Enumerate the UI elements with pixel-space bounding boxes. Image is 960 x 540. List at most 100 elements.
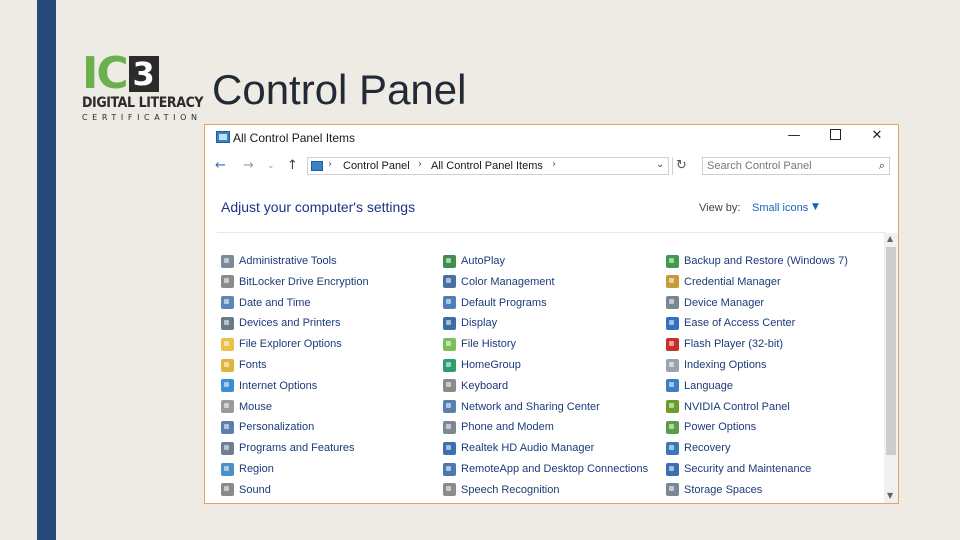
control-panel-item[interactable]: Phone and Modem (443, 419, 554, 435)
control-panel-item[interactable]: Speech Recognition (443, 482, 559, 498)
control-panel-item[interactable]: File History (443, 336, 516, 352)
chevron-down-icon[interactable]: ▼ (812, 202, 819, 212)
scroll-up-button[interactable]: ▲ (887, 234, 893, 243)
control-panel-item[interactable]: RemoteApp and Desktop Connections (443, 461, 648, 477)
refresh-button[interactable]: ↻ (672, 157, 690, 175)
control-panel-item[interactable]: Keyboard (443, 378, 508, 394)
control-panel-item[interactable]: Region (221, 461, 274, 477)
programs-icon (221, 441, 234, 455)
control-panel-item[interactable]: Network and Sharing Center (443, 399, 600, 415)
flag-icon (666, 462, 679, 476)
control-panel-item[interactable]: Security and Maintenance (666, 461, 811, 477)
search-input[interactable] (707, 159, 867, 173)
slide-title: Control Panel (212, 66, 467, 113)
control-panel-item[interactable]: Programs and Features (221, 440, 355, 456)
control-panel-item-label: Backup and Restore (Windows 7) (684, 255, 848, 267)
control-panel-item-label: Display (461, 317, 498, 330)
forward-button[interactable]: → (243, 157, 254, 175)
keyboard-icon (443, 379, 456, 393)
language-icon (666, 379, 679, 393)
vertical-scrollbar[interactable]: ▲ ▼ (884, 233, 898, 503)
control-panel-item-label: Internet Options (239, 379, 318, 392)
control-panel-item[interactable]: Indexing Options (666, 357, 767, 373)
breadcrumb-chevron-icon[interactable]: › (328, 159, 332, 170)
control-panel-item-label: Default Programs (461, 296, 547, 309)
ic3-logo: IC 3 DIGITAL LITERACY CERTIFICATION (82, 52, 204, 126)
control-panel-item[interactable]: HomeGroup (443, 357, 521, 373)
control-panel-item-label: Date and Time (239, 296, 311, 309)
control-panel-item[interactable]: Recovery (666, 440, 730, 456)
control-panel-item[interactable]: File Explorer Options (221, 336, 342, 352)
page-heading: Adjust your computer's settings (221, 199, 416, 215)
control-panel-item[interactable]: Device Manager (666, 295, 764, 311)
maximize-button[interactable] (821, 127, 849, 145)
control-panel-item[interactable]: Backup and Restore (Windows 7) (666, 253, 848, 269)
control-panel-item[interactable]: Devices and Printers (221, 315, 341, 331)
control-panel-item[interactable]: Ease of Access Center (666, 315, 795, 331)
search-box[interactable]: ⌕ (702, 157, 890, 175)
control-panel-item[interactable]: Color Management (443, 274, 555, 290)
control-panel-item[interactable]: Power Options (666, 419, 756, 435)
scroll-thumb[interactable] (886, 247, 896, 455)
control-panel-item[interactable]: Fonts (221, 357, 267, 373)
autoplay-icon (443, 254, 456, 268)
control-panel-item[interactable]: Flash Player (32-bit) (666, 336, 783, 352)
control-panel-item[interactable]: Sound (221, 482, 271, 498)
credential-icon (666, 275, 679, 289)
control-panel-item-label: Personalization (239, 421, 315, 434)
audio-manager-icon (443, 441, 456, 455)
control-panel-item[interactable]: Credential Manager (666, 274, 781, 290)
back-button[interactable]: ← (215, 157, 226, 175)
window-title: All Control Panel Items (233, 131, 356, 145)
breadcrumb-chevron-icon[interactable]: › (418, 159, 422, 170)
control-panel-item[interactable]: Language (666, 378, 733, 394)
control-panel-item[interactable]: Mouse (221, 399, 272, 415)
recent-locations-button[interactable]: ⌄ (267, 157, 275, 175)
nvidia-icon (666, 400, 679, 414)
breadcrumb-control-panel[interactable]: Control Panel (343, 160, 410, 172)
personalization-icon (221, 420, 234, 434)
minimize-button[interactable]: — (780, 127, 808, 145)
scroll-down-button[interactable]: ▼ (887, 491, 893, 500)
control-panel-item[interactable]: AutoPlay (443, 253, 505, 269)
control-panel-item-label: Security and Maintenance (684, 463, 812, 475)
breadcrumb-all-items[interactable]: All Control Panel Items (431, 160, 543, 172)
control-panel-item[interactable]: Storage Spaces (666, 482, 762, 498)
control-panel-item[interactable]: Internet Options (221, 378, 317, 394)
control-panel-item[interactable]: Personalization (221, 419, 314, 435)
control-panel-item-label: Storage Spaces (684, 483, 763, 496)
control-panel-icon (216, 131, 230, 143)
storage-icon (666, 483, 679, 497)
control-panel-items: Administrative Tools BitLocker Drive Encr… (221, 253, 881, 501)
control-panel-item[interactable]: Default Programs (443, 295, 547, 311)
control-panel-item[interactable]: Administrative Tools (221, 253, 337, 269)
view-by-label: View by: (699, 202, 741, 214)
address-bar[interactable]: › Control Panel › All Control Panel Item… (307, 157, 669, 175)
homegroup-icon (443, 358, 456, 372)
control-panel-item-label: File Explorer Options (239, 338, 342, 351)
control-panel-item-label: Ease of Access Center (684, 317, 796, 330)
backup-icon (666, 254, 679, 268)
internet-icon (221, 379, 234, 393)
control-panel-item-label: Network and Sharing Center (461, 400, 600, 413)
up-button[interactable]: ↑ (287, 157, 298, 175)
power-icon (666, 420, 679, 434)
control-panel-item[interactable]: BitLocker Drive Encryption (221, 274, 369, 290)
ease-of-access-icon (666, 316, 679, 330)
search-icon[interactable]: ⌕ (879, 159, 885, 173)
control-panel-item-label: File History (461, 338, 517, 351)
display-icon (443, 316, 456, 330)
control-panel-item[interactable]: Date and Time (221, 295, 311, 311)
file-history-icon (443, 337, 456, 351)
logo-line2: CERTIFICATION (82, 113, 202, 122)
control-panel-item[interactable]: Realtek HD Audio Manager (443, 440, 594, 456)
control-panel-item[interactable]: Display (443, 315, 497, 331)
control-panel-address-icon (311, 161, 323, 171)
address-history-dropdown[interactable]: ⌄ (656, 159, 664, 170)
breadcrumb-chevron-icon[interactable]: › (552, 159, 556, 170)
recovery-icon (666, 441, 679, 455)
close-button[interactable]: ✕ (863, 127, 891, 145)
window-titlebar[interactable]: All Control Panel Items — ✕ (205, 125, 898, 151)
control-panel-item[interactable]: NVIDIA Control Panel (666, 399, 790, 415)
view-by-dropdown[interactable]: Small icons (752, 202, 808, 214)
